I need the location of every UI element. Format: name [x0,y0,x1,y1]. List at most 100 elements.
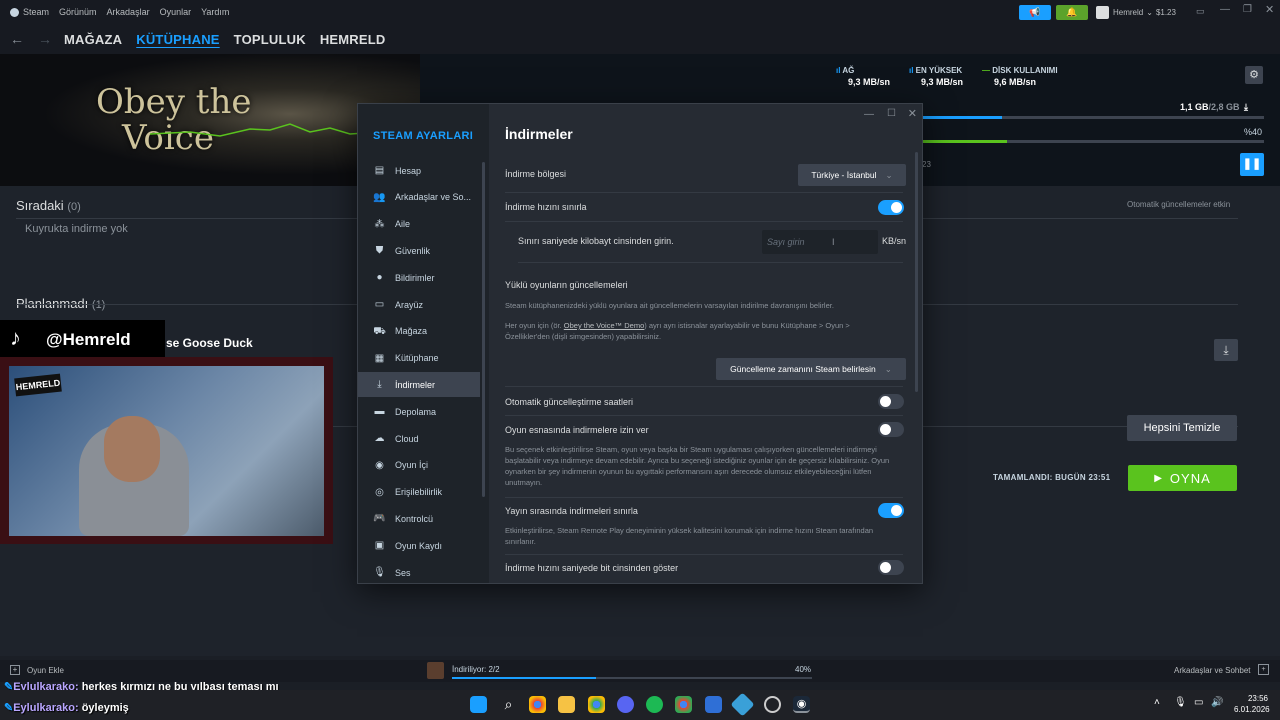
search-icon[interactable]: ⌕ [500,696,517,713]
menu-friends[interactable]: Arkadaşlar [107,7,150,17]
app-icon[interactable] [705,696,722,713]
auto-hours-toggle[interactable] [878,394,904,409]
divider [505,415,903,416]
bottom-progress-fill [452,677,596,679]
monitor-icon[interactable]: ▭ [1194,697,1203,708]
sidebar-item-controller[interactable]: 🎮 Kontrolcü [358,506,480,531]
sidebar-item-cart[interactable]: ⛟ Mağaza [358,319,480,344]
account-menu[interactable]: Hemreld ⌄ $1.23 [1096,5,1182,20]
status-bar: + Oyun Ekle İndiriliyor: 2/2 40% Arkadaş… [0,660,1280,682]
limit-input[interactable]: Sayı girin I [762,230,878,254]
sidebar-item-label: Kütüphane [395,353,439,364]
sidebar-item-grid[interactable]: ▦ Kütüphane [358,346,480,371]
update-schedule-dropdown[interactable]: Güncelleme zamanını Steam belirlesin ⌄ [716,358,906,380]
grid-icon: ▦ [374,352,385,364]
sidebar-item-label: Oyun Kaydı [395,540,443,551]
bits-toggle[interactable] [878,560,904,575]
size-total: /2,8 GB [1208,102,1240,112]
sidebar-item-ingame[interactable]: ◉ Oyun İçi [358,453,480,478]
windows-start-icon[interactable] [470,696,487,713]
cart-icon: ⛟ [373,325,386,337]
nav-community[interactable]: TOPLULUK [234,32,306,47]
content-scrollbar[interactable] [915,152,918,392]
game-name[interactable]: se Goose Duck [166,336,253,350]
wallet-balance: $1.23 [1155,8,1176,17]
chat-user: Eylulkarako: [13,702,79,714]
sidebar-item-cloud[interactable]: ☁ Cloud [358,426,480,451]
sidebar-item-accessibility[interactable]: ◎ Erişilebilirlik [358,480,480,505]
obs-icon[interactable] [764,696,781,713]
game-link[interactable]: Obey the Voice™ Demo [564,321,644,330]
sidebar-item-label: Cloud [395,433,419,444]
close-icon[interactable]: ✕ [908,107,917,120]
sidebar-item-storage[interactable]: ▬ Depolama [358,399,480,424]
time-remaining: 23 [922,160,931,169]
sidebar-item-friends[interactable]: 👥 Arkadaşlar ve So... [358,185,480,210]
steam-taskbar-icon[interactable]: ◉ [793,696,810,713]
back-arrow-icon[interactable]: ← [10,31,24,47]
stream-limit-toggle[interactable] [878,503,904,518]
limit-unit: KB/sn [882,236,907,246]
auto-updates-status: Otomatik güncellemeler etkin [1127,200,1231,209]
limit-speed-toggle[interactable] [878,200,904,215]
tray-chevron-icon[interactable]: ˄ [1154,697,1160,708]
clear-all-button[interactable]: Hepsini Temizle [1127,415,1237,441]
sidebar-item-recording[interactable]: ▣ Oyun Kaydı [358,533,480,558]
menu-games[interactable]: Oyunlar [160,7,192,17]
announcement-button[interactable]: 📢 [1019,5,1051,20]
download-icon[interactable]: ⤓ [1214,339,1238,361]
close-icon[interactable]: ✕ [1265,3,1274,16]
notification-bell-button[interactable]: 🔔 [1056,5,1088,20]
discord-icon[interactable] [617,696,634,713]
sidebar-item-download[interactable]: ⤓ İndirmeler [358,372,480,398]
big-picture-icon[interactable]: ▭ [1196,6,1205,17]
nav-store[interactable]: MAĞAZA [64,32,122,47]
downloading-status[interactable]: İndiriliyor: 2/2 [452,665,500,674]
sidebar-item-microphone[interactable]: 🎙 Ses [358,560,480,585]
sidebar-item-account[interactable]: ▤ Hesap [358,158,480,183]
nav-library[interactable]: KÜTÜPHANE [136,32,219,47]
taskbar-clock[interactable]: 23:56 6.01.2026 [1234,693,1270,715]
nav-profile[interactable]: HEMRELD [320,32,386,47]
volume-icon[interactable]: 🔊 [1211,697,1223,708]
sidebar-item-label: Arayüz [395,299,424,310]
add-game-button[interactable]: Oyun Ekle [27,666,64,675]
chrome-icon[interactable] [529,696,546,713]
file-explorer-icon[interactable] [558,696,575,713]
chrome-alt-icon[interactable] [675,696,692,713]
sidebar-scrollbar[interactable] [482,162,485,497]
chevron-down-icon: ⌄ [1146,8,1153,17]
minimize-icon[interactable]: — [1220,4,1230,15]
menu-view[interactable]: Görünüm [59,7,97,17]
pause-button[interactable]: ❚❚ [1240,153,1264,176]
account-name: Hemreld [1113,8,1144,17]
sidebar-item-shield[interactable]: ⛊ Güvenlik [358,238,480,263]
play-button[interactable]: ▶ OYNA [1128,465,1237,491]
unplanned-count: (1) [91,299,106,311]
clock-date: 6.01.2026 [1234,705,1270,714]
face-shape [104,416,160,482]
region-dropdown[interactable]: Türkiye - İstanbul ⌄ [798,164,906,186]
gear-icon[interactable]: ⚙ [1245,66,1263,84]
sidebar-item-family[interactable]: ⁂ Aile [358,212,480,237]
allow-ingame-toggle[interactable] [878,422,904,437]
windows-taskbar [0,690,1280,720]
minimize-icon[interactable]: — [864,109,874,120]
menu-help[interactable]: Yardım [201,7,229,17]
maximize-icon[interactable]: ❐ [1243,4,1252,15]
forward-arrow-icon[interactable]: → [38,31,52,47]
friends-chat-button[interactable]: Arkadaşlar ve Sohbet [1174,666,1251,675]
sidebar-item-monitor[interactable]: ▭ Arayüz [358,292,480,317]
network-label: AĞ [842,66,855,75]
text-cursor-icon: I [832,237,835,247]
sidebar-item-notification[interactable]: ● Bildirimler [358,265,480,290]
stream-label: Yayın sırasında indirmeleri sınırla [505,506,638,516]
disk-line-icon: — [982,66,993,75]
updates-exception-desc: Her oyun için (ör. Obey the Voice™ Demo)… [505,320,895,342]
spotify-icon[interactable] [646,696,663,713]
microphone-icon[interactable]: 🎙 [1174,697,1187,708]
chrome-profile-icon[interactable] [588,696,605,713]
maximize-icon[interactable]: ☐ [887,108,896,119]
sidebar-item-label: Ses [395,567,411,578]
menu-steam[interactable]: Steam [23,7,49,17]
